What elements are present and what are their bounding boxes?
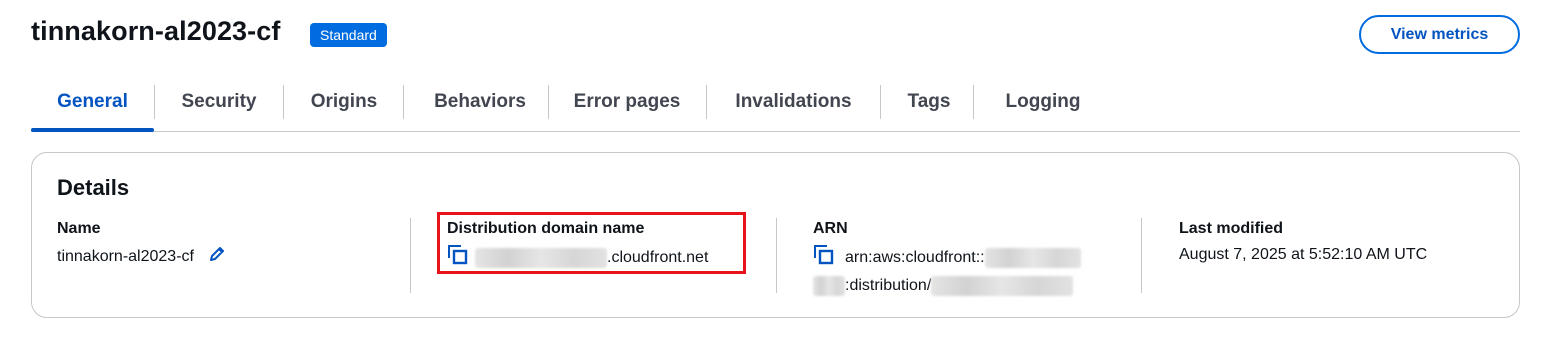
tab-general[interactable]: General <box>31 81 154 132</box>
tab-security[interactable]: Security <box>162 81 276 131</box>
name-label: Name <box>57 220 101 237</box>
tab-invalidations[interactable]: Invalidations <box>716 81 871 131</box>
details-heading: Details <box>57 175 130 200</box>
redacted-distribution-id <box>931 276 1074 296</box>
name-field: Name tinnakorn-al2023-cf <box>57 219 226 269</box>
page-title: tinnakorn-al2023-cf <box>31 16 281 46</box>
tab-behaviors[interactable]: Behaviors <box>413 81 547 131</box>
tab-error-pages[interactable]: Error pages <box>558 81 696 131</box>
arn-field: ARN arn:aws:cloudfront:: :distribution/ <box>813 219 1081 296</box>
status-badge: Standard <box>310 23 387 47</box>
column-divider <box>776 218 777 293</box>
tab-divider <box>706 85 707 119</box>
tab-divider <box>973 85 974 119</box>
redacted-account-id <box>984 248 1081 268</box>
name-value-row: tinnakorn-al2023-cf <box>57 245 226 269</box>
tab-divider <box>154 85 155 119</box>
highlight-annotation-box <box>437 212 746 274</box>
name-value: tinnakorn-al2023-cf <box>57 248 194 266</box>
tab-tags[interactable]: Tags <box>890 81 968 131</box>
arn-value-row: arn:aws:cloudfront:: <box>813 244 1081 272</box>
arn-value-row-2: :distribution/ <box>813 276 1081 296</box>
tab-divider <box>283 85 284 119</box>
arn-label: ARN <box>813 220 848 237</box>
column-divider <box>1141 218 1142 293</box>
arn-distribution-text: :distribution/ <box>845 277 932 295</box>
arn-prefix: arn:aws:cloudfront:: <box>845 249 985 267</box>
tab-origins[interactable]: Origins <box>293 81 395 131</box>
details-panel: Details Name tinnakorn-al2023-cf Distrib… <box>31 152 1520 318</box>
last-modified-value: August 7, 2025 at 5:52:10 AM UTC <box>1179 246 1428 263</box>
copy-icon[interactable] <box>813 244 835 272</box>
last-modified-label: Last modified <box>1179 220 1284 237</box>
column-divider <box>410 218 411 293</box>
tab-divider <box>880 85 881 119</box>
edit-pencil-icon[interactable] <box>208 245 226 269</box>
tab-logging[interactable]: Logging <box>983 81 1103 131</box>
tab-divider <box>548 85 549 119</box>
redacted-account-id-cont <box>813 276 845 296</box>
tab-bar: General Security Origins Behaviors Error… <box>31 81 1520 132</box>
last-modified-field: Last modified August 7, 2025 at 5:52:10 … <box>1179 219 1427 265</box>
view-metrics-button[interactable]: View metrics <box>1359 15 1520 54</box>
tab-divider <box>403 85 404 119</box>
